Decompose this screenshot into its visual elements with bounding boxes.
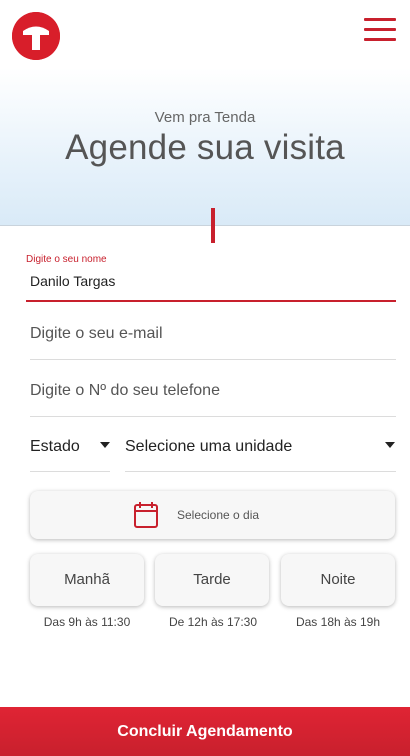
section-divider bbox=[211, 208, 215, 243]
chevron-down-icon bbox=[385, 442, 395, 448]
select-day-button[interactable]: Selecione o dia bbox=[30, 491, 395, 539]
name-field[interactable]: Danilo Targas bbox=[30, 273, 115, 289]
period-morning-hours: Das 9h às 11:30 bbox=[43, 615, 131, 629]
hero-subtitle: Vem pra Tenda bbox=[154, 109, 256, 126]
email-field[interactable]: Digite o seu e-mail bbox=[30, 325, 396, 343]
page-title: Agende sua visita bbox=[65, 128, 345, 167]
state-select-value: Estado bbox=[30, 438, 80, 455]
state-select-underline bbox=[30, 471, 110, 472]
select-day-label: Selecione o dia bbox=[177, 508, 260, 522]
hamburger-menu-icon[interactable] bbox=[364, 18, 396, 44]
phone-field[interactable]: Digite o Nº do seu telefone bbox=[30, 382, 396, 400]
phone-field-underline bbox=[30, 416, 396, 417]
top-bar bbox=[0, 0, 410, 68]
period-afternoon-button[interactable]: Tarde bbox=[155, 554, 269, 606]
chevron-down-icon bbox=[100, 442, 110, 448]
calendar-icon bbox=[134, 502, 158, 528]
tenda-logo-icon[interactable] bbox=[12, 12, 60, 60]
unit-select-underline bbox=[125, 471, 396, 472]
name-field-label: Digite o seu nome bbox=[26, 254, 107, 265]
email-field-underline bbox=[30, 359, 396, 360]
unit-select-value: Selecione uma unidade bbox=[125, 438, 293, 455]
period-afternoon-hours: De 12h às 17:30 bbox=[168, 615, 258, 629]
period-night-button[interactable]: Noite bbox=[281, 554, 395, 606]
hero-banner: Vem pra Tenda Agende sua visita bbox=[0, 68, 410, 226]
submit-button[interactable]: Concluir Agendamento bbox=[0, 707, 410, 756]
period-morning-button[interactable]: Manhã bbox=[30, 554, 144, 606]
name-field-underline bbox=[26, 300, 396, 302]
period-night-hours: Das 18h às 19h bbox=[295, 615, 381, 629]
